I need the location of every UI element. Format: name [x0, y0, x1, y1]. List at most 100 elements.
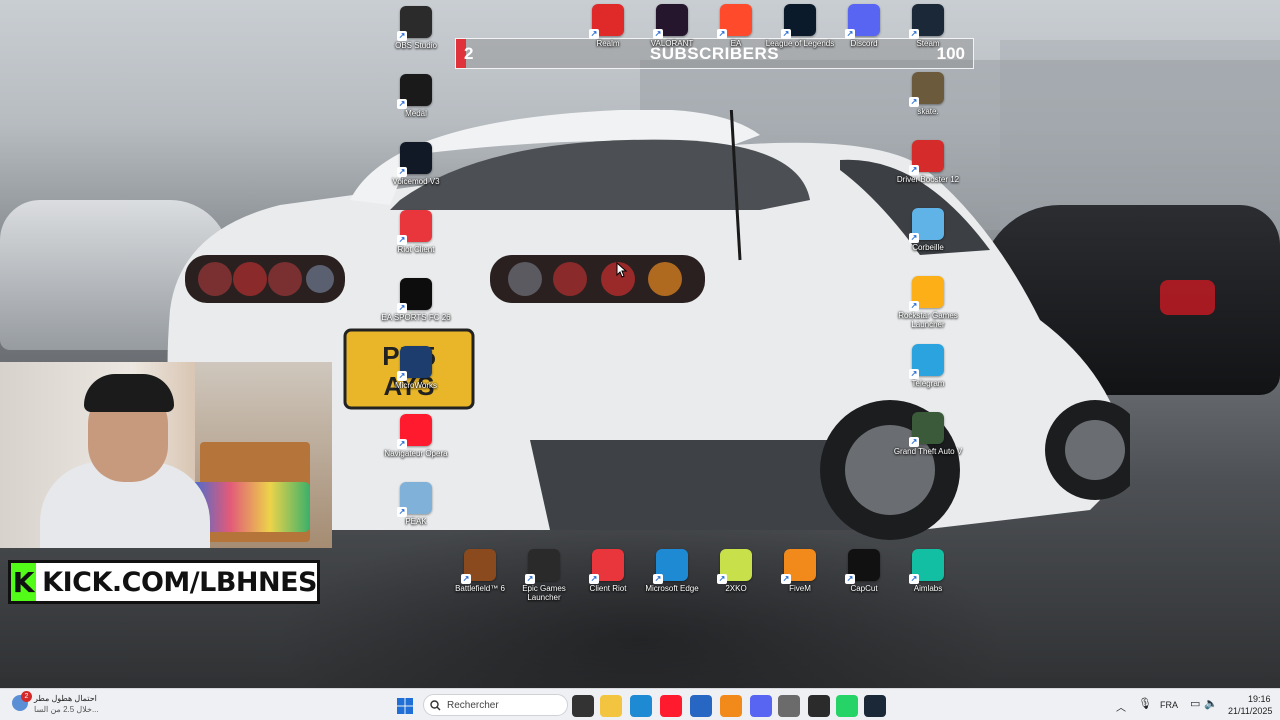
- riot-fist-icon: ↗: [589, 549, 624, 584]
- desktop-icon-voicemod[interactable]: ↗ Voicemod V3: [381, 142, 451, 186]
- desktop-icon-label: Microsoft Edge: [645, 584, 699, 593]
- recycle-bin-icon: ↗: [909, 208, 944, 243]
- clock-time[interactable]: 19:16: [1248, 694, 1271, 704]
- medal-icon: ↗: [397, 74, 432, 109]
- microphone-icon[interactable]: 🎙: [1138, 697, 1152, 710]
- volume-icon[interactable]: 🔈: [1204, 697, 1218, 710]
- fc26-icon: ↗: [397, 278, 432, 313]
- shortcut-arrow-icon: ↗: [397, 439, 407, 449]
- driver-booster-icon: ↗: [909, 140, 944, 175]
- weather-badge: 2: [21, 691, 32, 702]
- shortcut-arrow-icon: ↗: [909, 437, 919, 447]
- shortcut-arrow-icon: ↗: [397, 371, 407, 381]
- app-icon[interactable]: [720, 695, 742, 717]
- windows-start-icon[interactable]: [394, 695, 416, 717]
- desktop-icon-label: MicroWorks: [394, 381, 438, 390]
- shortcut-arrow-icon: ↗: [461, 574, 471, 584]
- desktop-icon-label: Corbeille: [912, 243, 944, 252]
- desktop-icon-label: EA SPORTS FC 26: [381, 313, 451, 322]
- desktop-icon-gta[interactable]: ↗ Grand Theft Auto V: [893, 412, 963, 456]
- opera-icon[interactable]: [660, 695, 682, 717]
- task-view-icon[interactable]: [572, 695, 594, 717]
- desktop-icon-riot[interactable]: ↗ Riot Client: [381, 210, 451, 254]
- taskbar-search-box[interactable]: Rechercher: [423, 694, 568, 716]
- shortcut-arrow-icon: ↗: [397, 235, 407, 245]
- steam-icon[interactable]: [864, 695, 886, 717]
- edge-icon[interactable]: [630, 695, 652, 717]
- shortcut-arrow-icon: ↗: [589, 29, 599, 39]
- desktop-icon-label: 2XKO: [725, 584, 747, 593]
- clock-date[interactable]: 21/11/2025: [1228, 706, 1272, 716]
- language-indicator[interactable]: FRA: [1160, 700, 1178, 710]
- desktop-icon-label: OBS Studio: [395, 41, 437, 50]
- desktop-icon-realm[interactable]: ↗ Realm: [573, 4, 643, 48]
- desktop-icon-telegram[interactable]: ↗ Telegram: [893, 344, 963, 388]
- kick-channel-banner: K KICK.COM/LBHNES: [8, 560, 320, 604]
- search-placeholder: Rechercher: [447, 699, 499, 711]
- desktop-icon-ea[interactable]: ↗ EA: [701, 4, 771, 48]
- desktop-icon-lol[interactable]: ↗ League of Legends: [765, 4, 835, 48]
- peak-icon: ↗: [397, 482, 432, 517]
- desktop-icon-label: FiveM: [789, 584, 811, 593]
- shortcut-arrow-icon: ↗: [717, 574, 727, 584]
- shortcut-arrow-icon: ↗: [397, 303, 407, 313]
- desktop-icon-opera[interactable]: ↗ Navigateur Opera: [381, 414, 451, 458]
- desktop-icon-label: Epic Games Launcher: [522, 584, 566, 602]
- capcut-icon: ↗: [845, 549, 880, 584]
- shortcut-arrow-icon: ↗: [845, 29, 855, 39]
- lol-icon: ↗: [781, 4, 816, 39]
- weather-widget[interactable]: 2 احتمال هطول مطر خلال 2.5 من السا...: [12, 691, 112, 717]
- voicemod-icon: ↗: [397, 142, 432, 177]
- network-icon[interactable]: ▭: [1190, 697, 1200, 710]
- steam-icon: ↗: [909, 4, 944, 39]
- file-explorer-icon[interactable]: [600, 695, 622, 717]
- realm-icon: ↗: [589, 4, 624, 39]
- desktop-icon-label: Discord: [850, 39, 878, 48]
- desktop-icon-valorant[interactable]: ↗ VALORANT: [637, 4, 707, 48]
- desktop-icon-label: Realm: [596, 39, 620, 48]
- desktop-icon-fc26[interactable]: ↗ EA SPORTS FC 26: [381, 278, 451, 322]
- shortcut-arrow-icon: ↗: [653, 574, 663, 584]
- desktop-icon-clientriot[interactable]: ↗ Client Riot: [573, 549, 643, 593]
- desktop-icon-corbeille[interactable]: ↗ Corbeille: [893, 208, 963, 252]
- taskbar: 2 احتمال هطول مطر خلال 2.5 من السا... Re…: [0, 688, 1280, 720]
- whatsapp-icon[interactable]: [836, 695, 858, 717]
- desktop-icon-medal[interactable]: ↗ Medal: [381, 74, 451, 118]
- desktop-icon-label: Telegram: [911, 379, 945, 388]
- show-hidden-icons-chevron-icon[interactable]: ︿: [1116, 699, 1126, 714]
- person-headset: [84, 374, 174, 412]
- desktop-icon-obs[interactable]: ↗ OBS Studio: [381, 6, 451, 50]
- desktop-icon-bf6[interactable]: ↗ Battlefield™ 6: [445, 549, 515, 593]
- microworks-icon: ↗: [397, 346, 432, 381]
- mouse-cursor-icon: [616, 262, 628, 278]
- desktop-icon-2xko[interactable]: ↗ 2XKO: [701, 549, 771, 593]
- desktop-icon-skate[interactable]: ↗ skate.: [893, 72, 963, 116]
- desktop-icon-discord[interactable]: ↗ Discord: [829, 4, 899, 48]
- shortcut-arrow-icon: ↗: [909, 97, 919, 107]
- desktop-icon-fivem[interactable]: ↗ FiveM: [765, 549, 835, 593]
- desktop-icon-label: Riot Client: [397, 245, 435, 254]
- discord-icon[interactable]: [750, 695, 772, 717]
- desktop-icon-label: Navigateur Opera: [384, 449, 448, 458]
- desktop-icon-microworks[interactable]: ↗ MicroWorks: [381, 346, 451, 390]
- shortcut-arrow-icon: ↗: [909, 301, 919, 311]
- telegram-icon: ↗: [909, 344, 944, 379]
- settings-icon[interactable]: [778, 695, 800, 717]
- obs-icon[interactable]: [808, 695, 830, 717]
- desktop-icon-label: Voicemod V3: [392, 177, 440, 186]
- desktop-icon-driverbooster[interactable]: ↗ Driver Booster 12: [893, 140, 963, 184]
- shortcut-arrow-icon: ↗: [397, 167, 407, 177]
- desktop-icon-steam[interactable]: ↗ Steam: [893, 4, 963, 48]
- store-icon[interactable]: [690, 695, 712, 717]
- desktop-icon-peak[interactable]: ↗ PEAK: [381, 482, 451, 526]
- desktop-icon-label: Rockstar Games Launcher: [898, 311, 958, 329]
- desktop-icon-epic[interactable]: ↗ Epic Games Launcher: [509, 549, 579, 602]
- desktop-icon-label: PEAK: [405, 517, 427, 526]
- search-icon: [430, 699, 441, 710]
- desktop-icon-rockstar[interactable]: ↗ Rockstar Games Launcher: [893, 276, 963, 329]
- shortcut-arrow-icon: ↗: [909, 574, 919, 584]
- shortcut-arrow-icon: ↗: [589, 574, 599, 584]
- desktop-icon-capcut[interactable]: ↗ CapCut: [829, 549, 899, 593]
- desktop-icon-aimlabs[interactable]: ↗ Aimlabs: [893, 549, 963, 593]
- desktop-icon-edge[interactable]: ↗ Microsoft Edge: [637, 549, 707, 593]
